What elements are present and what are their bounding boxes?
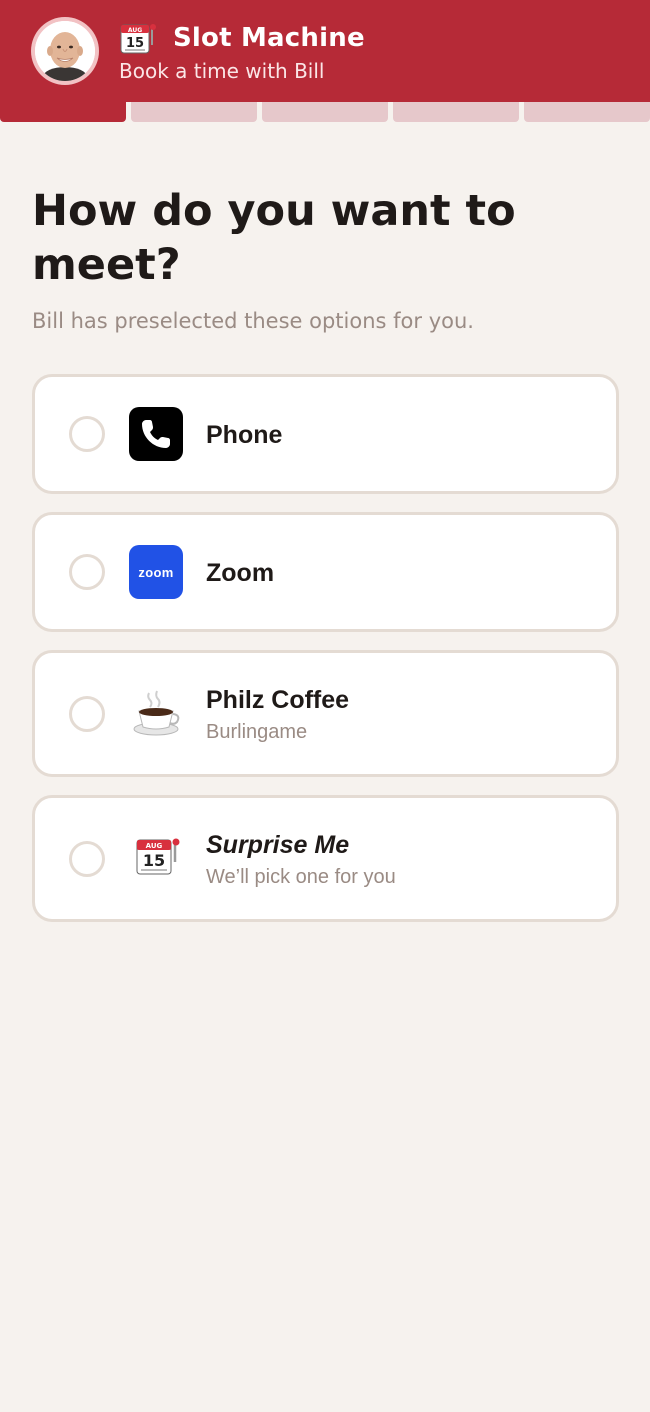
calendar-day-text: 15 [143,851,165,870]
radio-philz-coffee[interactable] [69,696,105,732]
option-surprise-me-description: We’ll pick one for you [206,866,396,888]
progress-step-5 [524,102,650,122]
slot-machine-calendar-icon: AUG 15 [136,838,180,875]
app-header: AUG 15 Slot Machine Book a time with Bil… [0,0,650,102]
avatar [31,17,99,85]
header-title-row: AUG 15 Slot Machine [119,20,365,56]
radio-zoom[interactable] [69,554,105,590]
option-phone[interactable]: Phone [32,374,619,494]
calendar-month-text: AUG [146,842,163,850]
page-subtitle: Bill has preselected these options for y… [32,309,474,333]
header-title: Slot Machine [173,23,365,53]
progress-step-2 [131,102,257,122]
option-phone-label: Phone [206,421,283,449]
page-title: How do you want to meet? [32,186,516,290]
radio-phone[interactable] [69,416,105,452]
progress-step-1 [0,102,126,122]
svg-text:AUG: AUG [128,27,142,34]
option-zoom[interactable]: zoom Zoom [32,512,619,632]
slot-machine-calendar-icon: AUG 15 [120,24,156,54]
option-philz-coffee-location: Burlingame [206,721,308,743]
svg-text:15: 15 [126,36,144,51]
coffee-cup-icon [133,690,180,736]
option-surprise-me[interactable]: AUG 15 Surprise Me We’ll pick one for yo… [32,795,619,922]
option-philz-coffee-label: Philz Coffee [206,686,350,714]
progress-step-4 [393,102,519,122]
header-subtitle: Book a time with Bill [119,59,325,83]
option-zoom-label: Zoom [206,559,275,587]
progress-step-3 [262,102,388,122]
phone-icon [129,407,183,461]
zoom-icon-text: zoom [138,564,174,580]
option-surprise-me-label: Surprise Me [206,831,350,859]
radio-surprise-me[interactable] [69,841,105,877]
zoom-icon: zoom [129,545,183,599]
option-philz-coffee[interactable]: Philz Coffee Burlingame [32,650,619,777]
progress-bar [0,102,650,122]
avatar-photo [35,21,95,81]
